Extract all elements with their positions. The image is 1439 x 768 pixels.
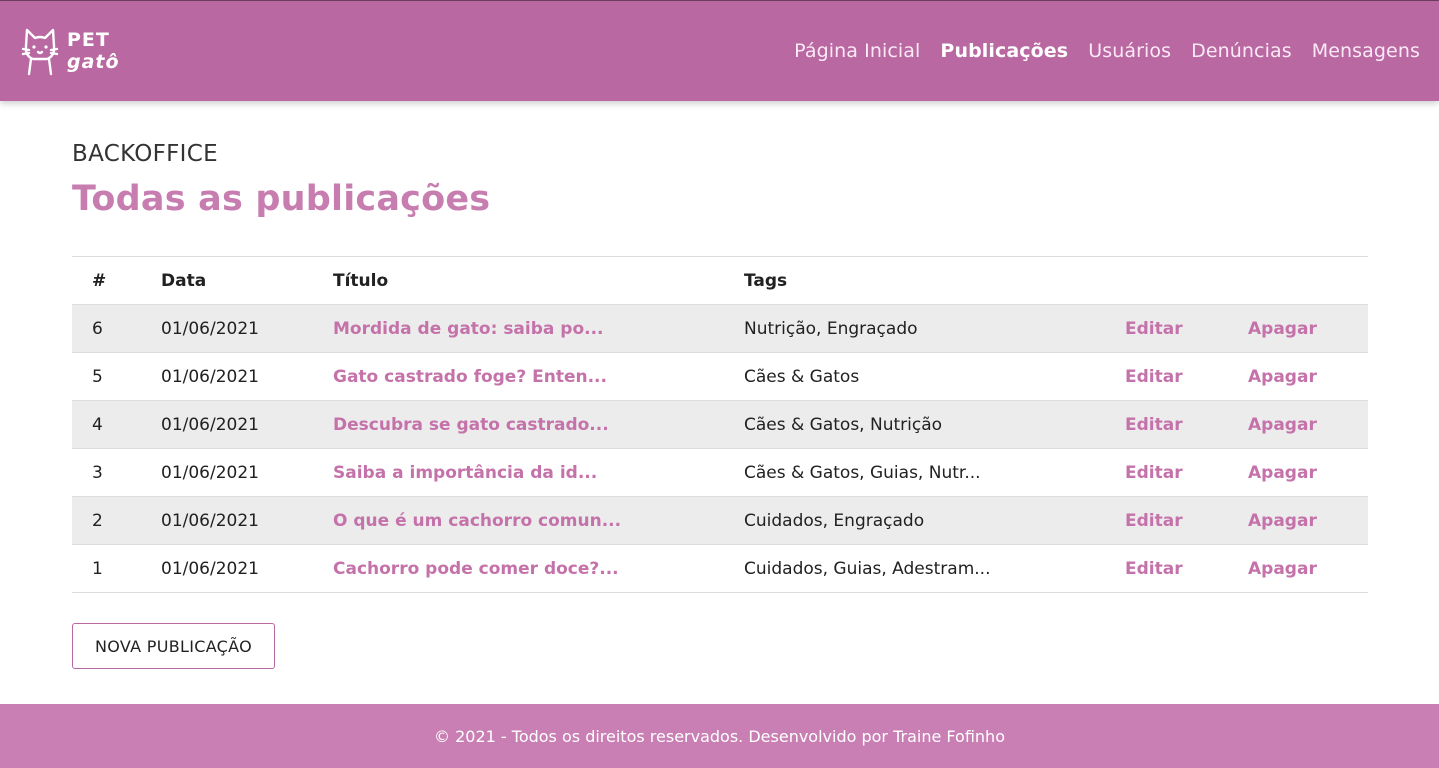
post-title-link[interactable]: Saiba a importância da id... — [333, 463, 597, 483]
brand-line-2: gatô — [67, 51, 120, 73]
column-header-date: Data — [161, 256, 333, 305]
edit-button[interactable]: Editar — [1125, 511, 1183, 531]
row-date: 01/06/2021 — [161, 544, 333, 593]
edit-button[interactable]: Editar — [1125, 415, 1183, 435]
nav-link-denuncias[interactable]: Denúncias — [1191, 40, 1292, 62]
post-title-link[interactable]: Cachorro pode comer doce?... — [333, 559, 619, 579]
table-header-row: # Data Título Tags — [72, 256, 1368, 305]
nav-link-mensagens[interactable]: Mensagens — [1312, 40, 1420, 62]
post-title-link[interactable]: Gato castrado foge? Enten... — [333, 367, 607, 387]
row-tags: Cuidados, Guias, Adestram... — [744, 544, 1125, 593]
row-id: 5 — [72, 352, 161, 401]
row-id: 6 — [72, 304, 161, 353]
delete-button[interactable]: Apagar — [1248, 559, 1317, 579]
row-date: 01/06/2021 — [161, 352, 333, 401]
delete-button[interactable]: Apagar — [1248, 463, 1317, 483]
row-date: 01/06/2021 — [161, 448, 333, 497]
posts-table: # Data Título Tags 6 01/06/2021 Mordida … — [72, 256, 1368, 593]
row-id: 3 — [72, 448, 161, 497]
page-footer: © 2021 - Todos os direitos reservados. D… — [0, 704, 1439, 768]
edit-button[interactable]: Editar — [1125, 319, 1183, 339]
column-header-title: Título — [333, 256, 744, 305]
row-tags: Nutrição, Engraçado — [744, 304, 1125, 353]
nav-link-pagina-inicial[interactable]: Página Inicial — [794, 40, 920, 62]
column-header-edit — [1125, 256, 1248, 305]
column-header-id: # — [72, 256, 161, 305]
table-row: 3 01/06/2021 Saiba a importância da id..… — [72, 448, 1368, 497]
table-row: 1 01/06/2021 Cachorro pode comer doce?..… — [72, 544, 1368, 593]
post-title-link[interactable]: Mordida de gato: saiba po... — [333, 319, 604, 339]
post-title-link[interactable]: O que é um cachorro comun... — [333, 511, 621, 531]
table-row: 4 01/06/2021 Descubra se gato castrado..… — [72, 400, 1368, 449]
cat-head-icon — [21, 26, 59, 76]
delete-button[interactable]: Apagar — [1248, 415, 1317, 435]
row-tags: Cães & Gatos — [744, 352, 1125, 401]
table-row: 2 01/06/2021 O que é um cachorro comun..… — [72, 496, 1368, 545]
column-header-delete — [1248, 256, 1368, 305]
page-eyebrow: BACKOFFICE — [72, 141, 218, 167]
row-id: 2 — [72, 496, 161, 545]
new-post-button[interactable]: NOVA PUBLICAÇÃO — [72, 623, 275, 669]
edit-button[interactable]: Editar — [1125, 559, 1183, 579]
footer-copyright: © 2021 - Todos os direitos reservados. D… — [434, 726, 1005, 746]
row-id: 4 — [72, 400, 161, 449]
nav-link-usuarios[interactable]: Usuários — [1088, 40, 1171, 62]
delete-button[interactable]: Apagar — [1248, 319, 1317, 339]
edit-button[interactable]: Editar — [1125, 463, 1183, 483]
top-navbar: PET gatô Página Inicial Publicações Usuá… — [0, 0, 1439, 101]
delete-button[interactable]: Apagar — [1248, 367, 1317, 387]
row-date: 01/06/2021 — [161, 400, 333, 449]
row-tags: Cães & Gatos, Nutrição — [744, 400, 1125, 449]
edit-button[interactable]: Editar — [1125, 367, 1183, 387]
column-header-tags: Tags — [744, 256, 1125, 305]
post-title-link[interactable]: Descubra se gato castrado... — [333, 415, 609, 435]
row-date: 01/06/2021 — [161, 496, 333, 545]
row-tags: Cuidados, Engraçado — [744, 496, 1125, 545]
brand-logo-link[interactable]: PET gatô — [21, 26, 120, 76]
main-nav: Página Inicial Publicações Usuários Denú… — [774, 40, 1420, 62]
row-id: 1 — [72, 544, 161, 593]
row-tags: Cães & Gatos, Guias, Nutr... — [744, 448, 1125, 497]
brand-wordmark: PET gatô — [67, 29, 120, 73]
nav-link-publicacoes[interactable]: Publicações — [940, 40, 1068, 62]
brand-line-1: PET — [67, 29, 110, 51]
table-row: 5 01/06/2021 Gato castrado foge? Enten..… — [72, 352, 1368, 401]
delete-button[interactable]: Apagar — [1248, 511, 1317, 531]
page-title: Todas as publicações — [72, 179, 491, 219]
row-date: 01/06/2021 — [161, 304, 333, 353]
table-row: 6 01/06/2021 Mordida de gato: saiba po..… — [72, 304, 1368, 353]
